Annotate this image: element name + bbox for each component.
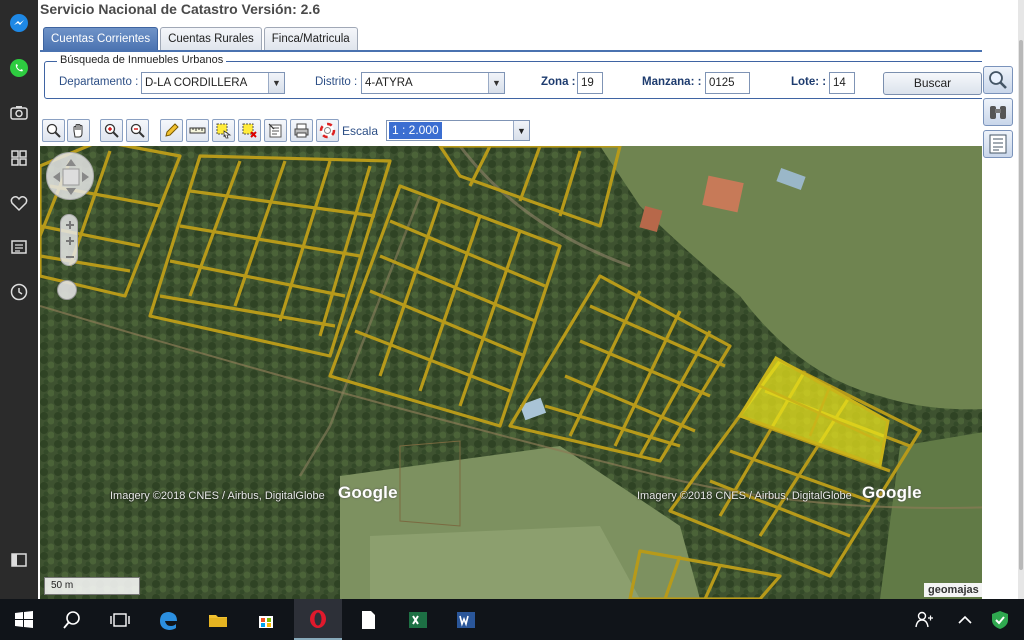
notepad-icon[interactable] [344,599,392,640]
chevron-down-icon[interactable]: ▼ [268,73,284,93]
zoom-control[interactable] [60,214,78,266]
catastro-app: Servicio Nacional de Catastro Versión: 2… [38,0,1024,599]
security-shield-icon[interactable] [982,599,1018,640]
departamento-value: D-LA CORDILLERA [145,77,248,89]
imagery-attribution: Imagery ©2018 CNES / Airbus, DigitalGlob… [637,490,852,502]
list-report-icon[interactable] [983,130,1013,158]
word-icon[interactable] [442,599,490,640]
store-icon[interactable] [242,599,290,640]
pan-hand-icon[interactable] [67,119,90,142]
distrito-value: 4-ATYRA [365,77,413,89]
chevron-down-icon[interactable]: ▼ [488,73,504,93]
google-logo: Google [338,483,398,502]
scale-select[interactable]: 1 : 2.000 ▼ [386,120,530,141]
zoom-out-icon[interactable] [126,119,149,142]
search-legend: Búsqueda de Inmuebles Urbanos [57,54,227,66]
sidebar-toggle-icon[interactable] [5,546,33,574]
chevron-up-icon[interactable] [946,599,984,640]
lote-input[interactable]: 14 [829,72,855,94]
pan-control[interactable] [46,152,94,200]
satellite-imagery [40,146,1020,599]
map-toolbar: Escala 1 : 2.000 ▼ [40,117,980,145]
tab-finca-matricula[interactable]: Finca/Matricula [263,27,358,51]
help-lifebuoy-icon[interactable] [316,119,339,142]
pan-arrows-icon[interactable] [47,153,95,201]
distrito-select[interactable]: 4-ATYRA ▼ [361,72,505,94]
messenger-icon[interactable] [5,9,33,37]
camera-icon[interactable] [5,99,33,127]
departamento-label: Departamento : [59,76,139,88]
search-icon[interactable] [48,599,96,640]
zoom-slider-handle[interactable] [57,280,77,300]
google-logo: Google [862,483,922,502]
excel-icon[interactable] [394,599,442,640]
scale-value[interactable]: 1 : 2.000 [389,122,442,139]
departamento-select[interactable]: D-LA CORDILLERA ▼ [141,72,285,94]
news-icon[interactable] [5,233,33,261]
windows-start-icon[interactable] [0,599,48,640]
tab-bar: Cuentas Corrientes Cuentas Rurales Finca… [43,27,360,51]
zoom-select-icon[interactable] [42,119,65,142]
chevron-down-icon[interactable]: ▼ [513,121,529,140]
windows-taskbar [0,599,1024,640]
task-view-icon[interactable] [96,599,144,640]
app-title: Servicio Nacional de Catastro Versión: 2… [40,1,321,17]
pencil-icon[interactable] [160,119,183,142]
opera-icon[interactable] [294,599,342,640]
file-explorer-icon[interactable] [194,599,242,640]
heart-icon[interactable] [5,189,33,217]
scrollbar-thumb[interactable] [1019,40,1023,570]
select-feature-icon[interactable] [212,119,235,142]
lote-label: Lote: : [791,76,827,88]
map-view[interactable]: Imagery ©2018 CNES / Airbus, DigitalGlob… [40,146,1020,599]
zona-input[interactable]: 19 [577,72,603,94]
zoom-in-icon[interactable] [100,119,123,142]
whatsapp-icon[interactable] [5,54,33,82]
print-icon[interactable] [290,119,313,142]
edge-icon[interactable] [144,599,192,640]
zona-label: Zona : [541,76,576,88]
distrito-label: Distrito : [315,76,358,88]
tab-underline [40,50,1018,52]
imagery-attribution: Imagery ©2018 CNES / Airbus, DigitalGlob… [110,490,325,502]
tab-cuentas-rurales[interactable]: Cuentas Rurales [160,27,262,51]
left-dock [0,0,38,599]
clock-icon[interactable] [5,278,33,306]
search-panel: Búsqueda de Inmuebles Urbanos Departamen… [44,54,1014,99]
manzana-input[interactable]: 0125 [705,72,750,94]
scale-bar: 50 m [44,577,140,595]
search-icon[interactable] [983,66,1013,94]
binoculars-icon[interactable] [983,98,1013,126]
people-icon[interactable] [904,599,944,640]
tab-cuentas-corrientes[interactable]: Cuentas Corrientes [43,27,159,51]
scale-label: Escala [342,124,379,138]
ruler-icon[interactable] [186,119,209,142]
apps-icon[interactable] [5,144,33,172]
buscar-button[interactable]: Buscar [883,72,982,95]
zoom-plus-minus-icon[interactable] [61,215,79,267]
feature-info-icon[interactable] [264,119,287,142]
manzana-label: Manzana: : [642,76,702,88]
clear-selection-icon[interactable] [238,119,261,142]
